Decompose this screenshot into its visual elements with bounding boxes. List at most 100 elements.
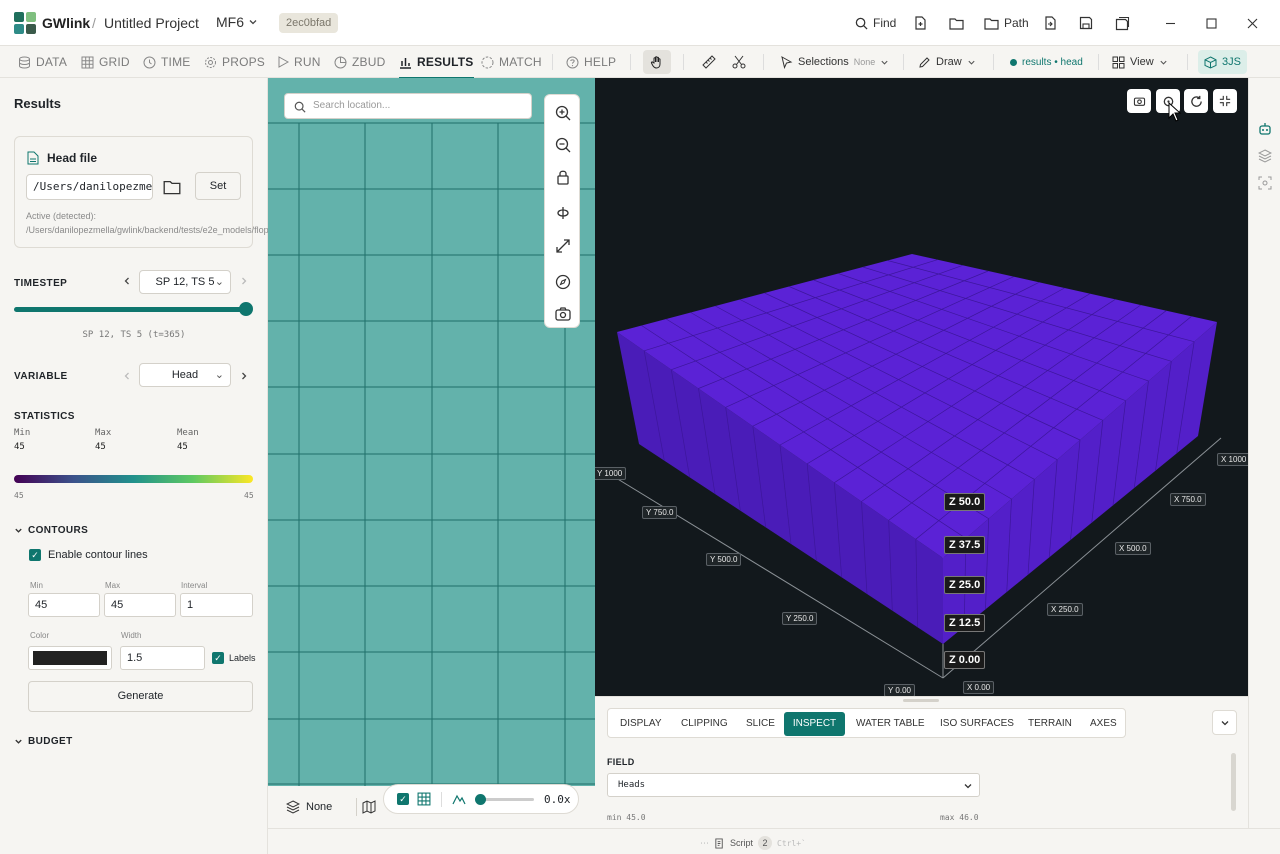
nav-item-data[interactable]: DATA <box>18 46 67 78</box>
script-console-button[interactable]: ⋯ Script 2 Ctrl+` <box>700 836 806 850</box>
tab-terrain[interactable]: TERRAIN <box>1020 712 1080 736</box>
minimize-button[interactable] <box>1160 13 1180 33</box>
collapse-panel-button[interactable] <box>1212 710 1237 735</box>
layers-icon[interactable] <box>1258 149 1272 163</box>
layer-selector[interactable]: None <box>286 794 332 820</box>
compass-icon[interactable] <box>554 273 572 291</box>
import-button[interactable] <box>1040 13 1060 33</box>
results-layer-chip[interactable]: results • head <box>1004 50 1089 74</box>
database-icon <box>19 56 30 69</box>
stat-mean-label: Mean <box>177 428 199 438</box>
close-window-button[interactable] <box>1242 13 1262 33</box>
tab-clipping[interactable]: CLIPPING <box>673 712 736 736</box>
variable-select[interactable]: Head ⌄ <box>139 363 231 387</box>
threejs-toggle[interactable]: 3JS <box>1198 50 1247 74</box>
contour-color-picker[interactable] <box>28 646 112 670</box>
z-axis-tick-label: Z 12.5 <box>944 614 986 632</box>
model-select[interactable]: MF6 <box>216 14 258 30</box>
map-view[interactable]: Search location... <box>268 78 595 786</box>
zoom-out-icon[interactable] <box>554 136 572 154</box>
stat-min-value: 45 <box>14 442 25 452</box>
generate-contours-button[interactable]: Generate <box>28 681 253 712</box>
app-logo-icon <box>14 12 36 34</box>
project-name[interactable]: Untitled Project <box>104 15 199 31</box>
set-head-file-button[interactable]: Set <box>195 172 241 200</box>
timestep-select[interactable]: SP 12, TS 5 ⌄ <box>139 270 231 294</box>
timestep-slider[interactable] <box>14 307 247 312</box>
pan-tool-button[interactable] <box>643 50 671 74</box>
open-folder-button[interactable] <box>946 13 966 33</box>
camera-icon[interactable] <box>554 305 572 323</box>
map-icon[interactable] <box>362 800 376 814</box>
tab-inspect[interactable]: INSPECT <box>784 712 845 736</box>
enable-contours-label: Enable contour lines <box>48 549 148 561</box>
head-file-path-input[interactable]: /Users/danilopezmella/gwlink <box>26 174 153 200</box>
viewer-settings-panel: DISPLAY CLIPPING SLICE INSPECT WATER TAB… <box>595 696 1248 828</box>
contours-section-toggle[interactable]: CONTOURS <box>14 525 88 536</box>
exaggeration-slider-thumb[interactable] <box>475 794 486 805</box>
timestep-detail: SP 12, TS 5 (t=365) <box>82 330 186 340</box>
nav-item-zbud[interactable]: ZBUD <box>334 46 385 78</box>
location-search-input[interactable]: Search location... <box>284 93 532 119</box>
nav-divider <box>552 54 553 70</box>
nav-item-help[interactable]: HELP <box>566 46 616 78</box>
panel-scrollbar[interactable] <box>1231 753 1236 811</box>
robot-icon[interactable] <box>1258 122 1272 136</box>
prev-variable-button[interactable] <box>122 370 132 384</box>
zoom-in-icon[interactable] <box>554 104 572 122</box>
path-button[interactable]: Path <box>984 13 1029 33</box>
chevron-down-icon <box>1160 60 1167 65</box>
right-rail <box>1248 78 1280 828</box>
tab-axes[interactable]: AXES <box>1082 712 1125 736</box>
field-select[interactable]: Heads <box>607 773 980 797</box>
fullscreen-button[interactable] <box>1213 89 1237 113</box>
selections-label: Selections <box>798 56 849 68</box>
lock-icon[interactable] <box>554 168 572 186</box>
contour-min-input[interactable]: 45 <box>28 593 100 617</box>
nav-item-results[interactable]: RESULTS <box>399 46 474 79</box>
browse-folder-icon[interactable] <box>163 178 181 196</box>
rotate-icon[interactable] <box>554 204 572 222</box>
refresh-button[interactable] <box>1184 89 1208 113</box>
scan-icon[interactable] <box>1258 176 1272 190</box>
expand-icon[interactable] <box>554 237 572 255</box>
resize-handle[interactable] <box>903 699 939 702</box>
grid-visible-checkbox[interactable]: ✓ <box>397 793 409 805</box>
z-axis-tick-label: Z 0.00 <box>944 651 986 669</box>
nav-item-match[interactable]: MATCH <box>481 46 542 78</box>
view-dropdown[interactable]: View <box>1106 50 1174 74</box>
help-icon <box>566 56 579 68</box>
save-button[interactable] <box>1076 13 1096 33</box>
terrain-icon[interactable] <box>452 792 466 806</box>
prev-timestep-button[interactable] <box>122 275 132 289</box>
threejs-viewer[interactable]: Y 1000 Y 750.0 Y 500.0 Y 250.0 Y 0.00 X … <box>595 78 1248 696</box>
draw-dropdown[interactable]: Draw <box>912 50 982 74</box>
new-file-button[interactable] <box>910 13 930 33</box>
tab-water-table[interactable]: WATER TABLE <box>848 712 933 736</box>
budget-section-toggle[interactable]: BUDGET <box>14 736 73 747</box>
tab-display[interactable]: DISPLAY <box>612 712 670 736</box>
measure-tool-button[interactable] <box>696 50 722 74</box>
cut-tool-button[interactable] <box>726 50 752 74</box>
script-shortcut: Ctrl+` <box>777 838 806 848</box>
next-timestep-button[interactable] <box>239 275 249 289</box>
enable-contours-checkbox[interactable]: ✓ <box>29 549 41 561</box>
timestep-slider-thumb[interactable] <box>239 302 253 316</box>
maximize-button[interactable] <box>1201 13 1221 33</box>
nav-item-grid[interactable]: GRID <box>81 46 130 78</box>
tab-iso-surfaces[interactable]: ISO SURFACES <box>932 712 1022 736</box>
contour-max-input[interactable]: 45 <box>104 593 176 617</box>
tab-slice[interactable]: SLICE <box>738 712 783 736</box>
find-button[interactable]: Find <box>855 13 896 33</box>
contour-width-input[interactable]: 1.5 <box>120 646 205 670</box>
nav-item-props[interactable]: PROPS <box>204 46 265 78</box>
screenshot-button[interactable] <box>1127 89 1151 113</box>
selections-dropdown[interactable]: Selections None <box>774 50 895 74</box>
contour-interval-input[interactable]: 1 <box>180 593 253 617</box>
grid-icon[interactable] <box>417 792 431 806</box>
nav-item-run[interactable]: RUN <box>277 46 321 78</box>
save-as-button[interactable] <box>1112 13 1132 33</box>
next-variable-button[interactable] <box>239 370 249 384</box>
nav-item-time[interactable]: TIME <box>143 46 190 78</box>
contour-labels-checkbox[interactable]: ✓ <box>212 652 224 664</box>
